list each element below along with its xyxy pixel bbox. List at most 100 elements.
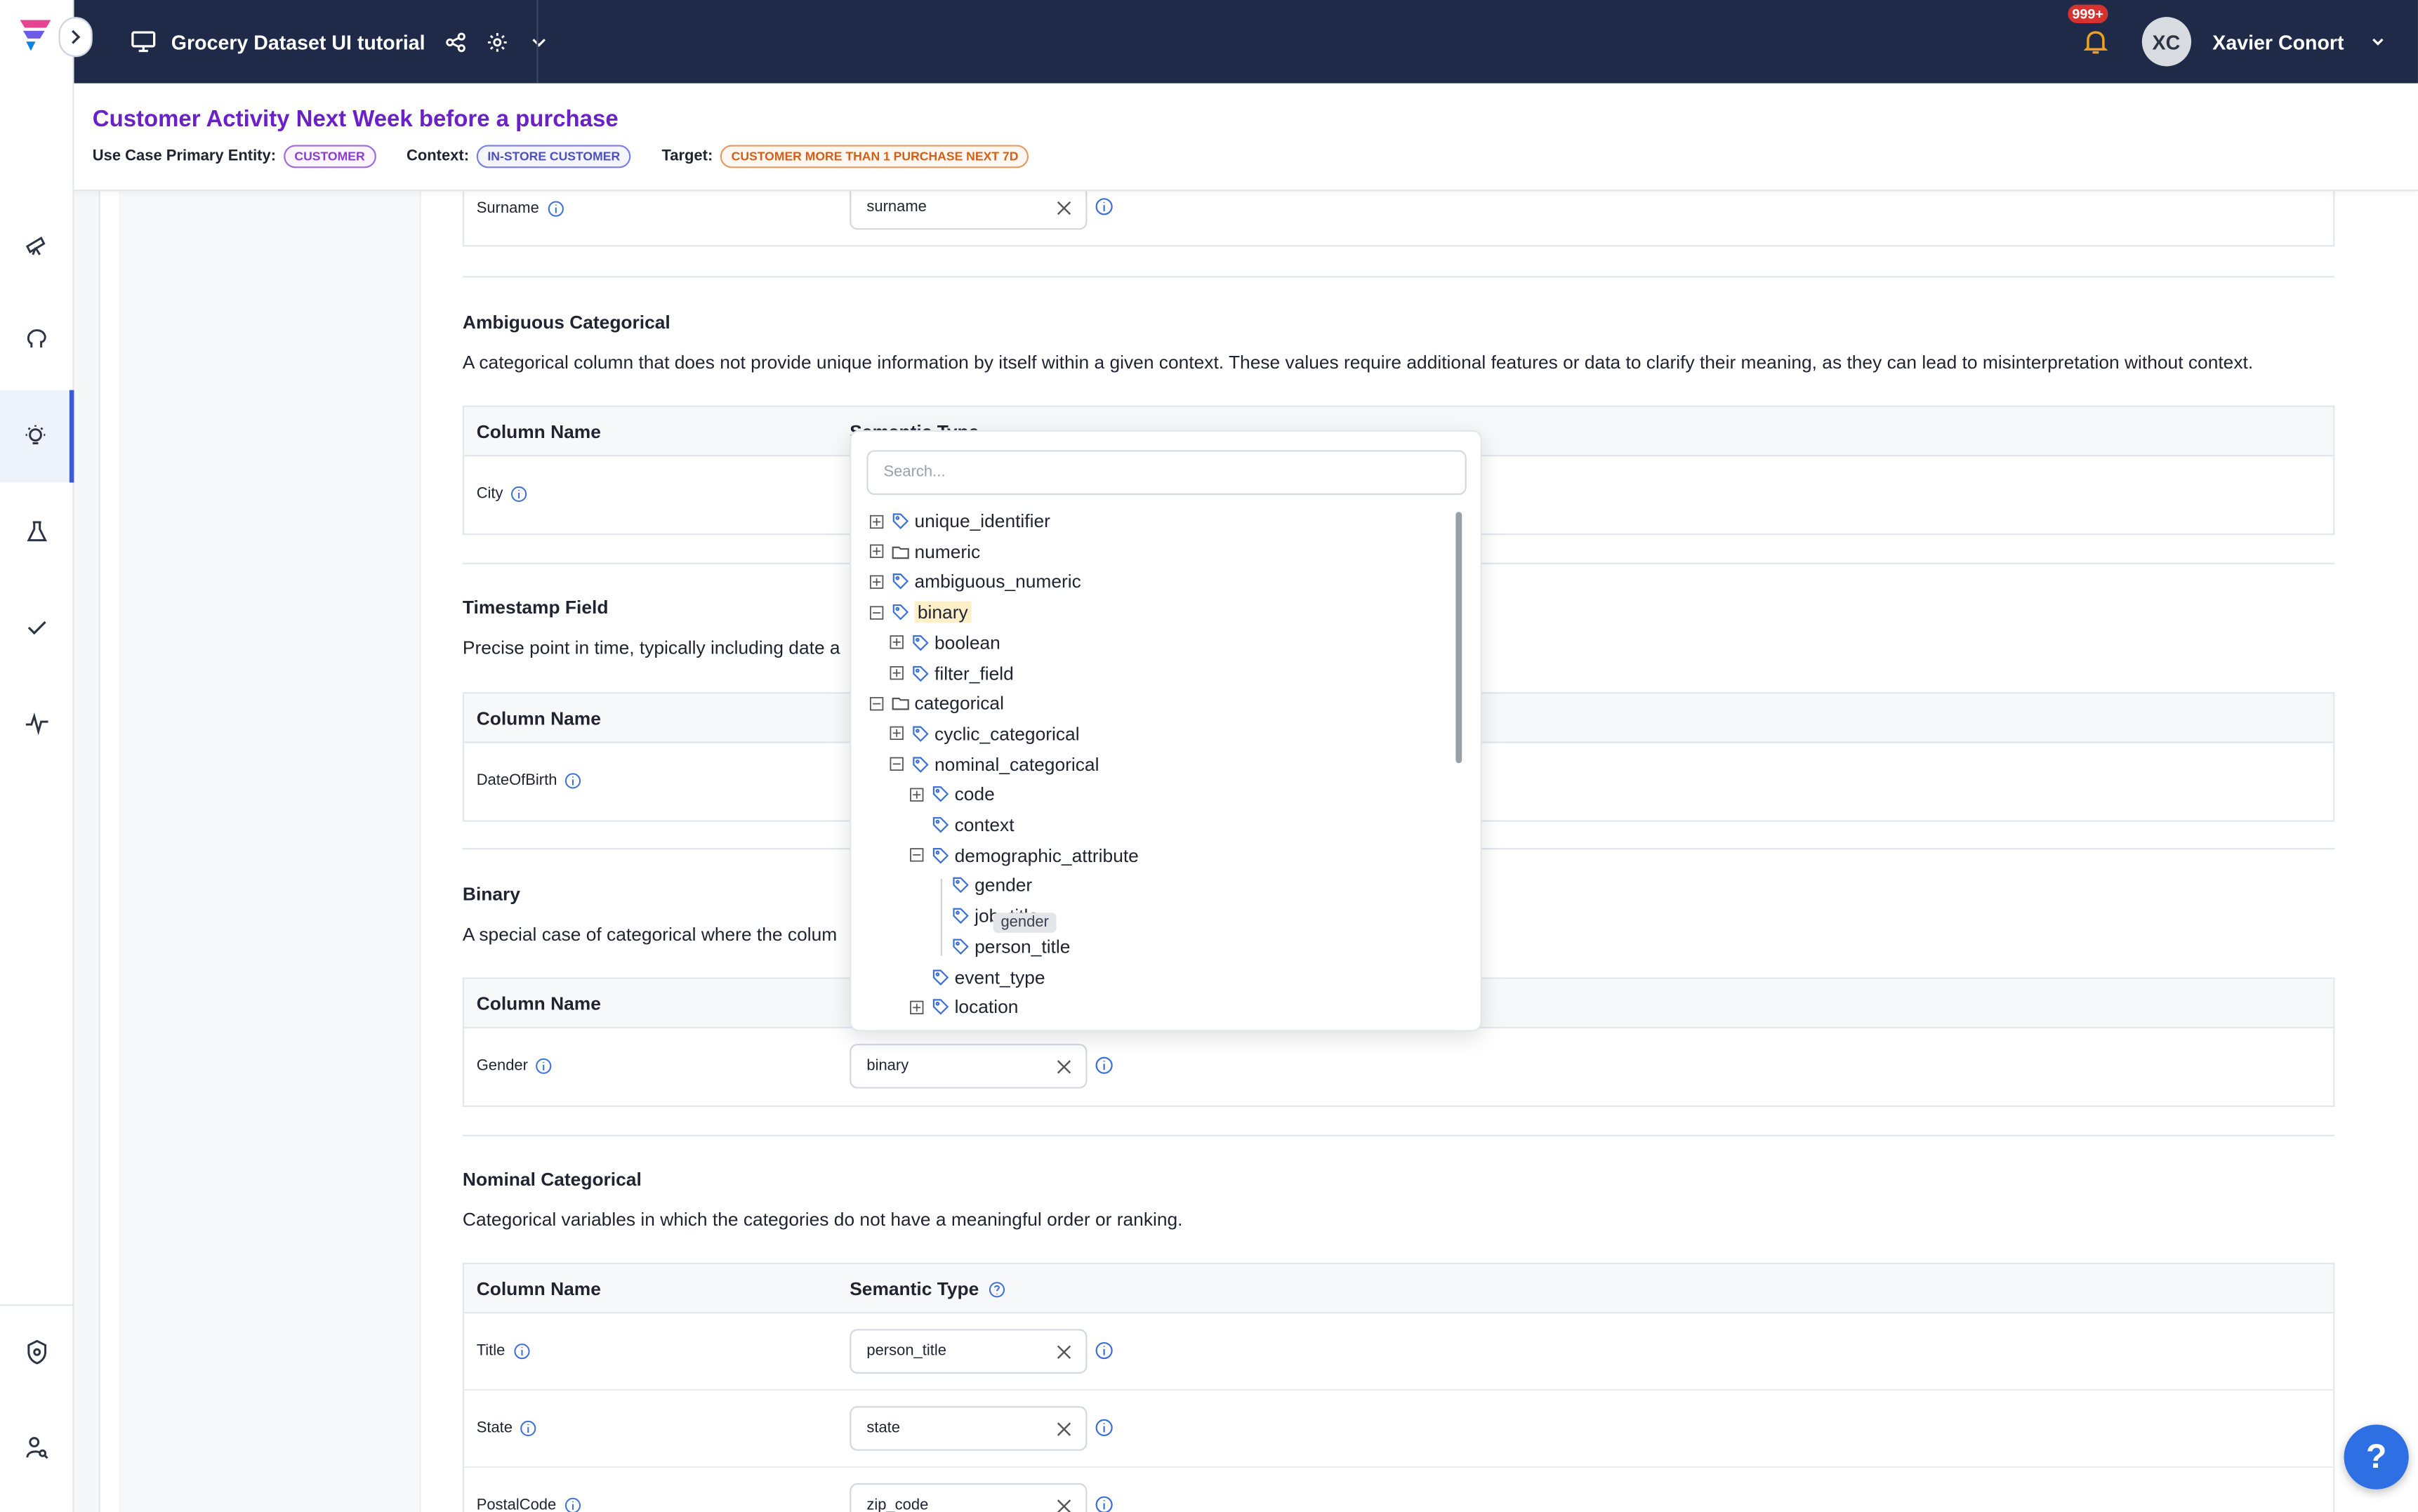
- info-icon[interactable]: [1095, 1341, 1113, 1360]
- tree-node[interactable]: gender: [930, 872, 1032, 900]
- clear-icon[interactable]: [1057, 1059, 1072, 1075]
- expand-sidebar-button[interactable]: [58, 17, 93, 58]
- target-badge[interactable]: CUSTOMER MORE THAN 1 PURCHASE NEXT 7D: [720, 145, 1029, 168]
- semantic-type-dropdown: unique_identifiernumeric ambiguous_numeri…: [850, 430, 1482, 1032]
- tree-node[interactable]: demographic_attribute: [910, 842, 1139, 870]
- notifications-button[interactable]: 999+: [2067, 4, 2110, 57]
- project-selector[interactable]: Grocery Dataset UI tutorial: [129, 0, 550, 84]
- column-name-cell: Surname: [477, 201, 564, 218]
- chevron-right-icon: [72, 29, 81, 44]
- table-row: Title person_title: [464, 1313, 2334, 1391]
- clear-icon[interactable]: [1057, 1344, 1072, 1360]
- checkmark-icon: [27, 621, 46, 635]
- section-title: Timestamp Field: [462, 597, 609, 618]
- nav-explore[interactable]: [0, 197, 74, 290]
- share-icon[interactable]: [444, 30, 467, 53]
- dropdown-scrollbar[interactable]: [1455, 512, 1462, 764]
- semantic-type-select[interactable]: binary: [850, 1043, 1088, 1089]
- info-icon[interactable]: [564, 772, 581, 789]
- nav-admin[interactable]: [0, 1306, 74, 1398]
- activity-icon: [25, 712, 48, 736]
- semantic-type-select[interactable]: surname: [850, 185, 1088, 230]
- nav-monitor[interactable]: [0, 677, 74, 769]
- collapse-minus-icon[interactable]: [869, 605, 884, 619]
- tree-node[interactable]: location: [910, 993, 1018, 1021]
- top-bar: Grocery Dataset UI tutorial 999+ XC Xavi…: [74, 0, 2418, 84]
- user-menu[interactable]: 999+ XC Xavier Conort: [2067, 0, 2387, 84]
- nav-knowledge[interactable]: [0, 293, 74, 385]
- expand-plus-icon[interactable]: [869, 514, 884, 529]
- tree-node[interactable]: code: [910, 781, 995, 809]
- tag-icon: [913, 756, 929, 772]
- semantic-type-select[interactable]: state: [850, 1406, 1088, 1451]
- tree-node[interactable]: context: [910, 811, 1015, 839]
- tag-icon: [932, 969, 949, 985]
- table-row: PostalCode zip_code: [464, 1468, 2333, 1512]
- topbar-divider: [536, 0, 539, 84]
- clear-icon[interactable]: [1057, 201, 1072, 216]
- featurebyte-logo-icon[interactable]: [15, 15, 55, 55]
- expand-plus-icon[interactable]: [910, 1000, 924, 1014]
- tree-node[interactable]: boolean: [890, 629, 1000, 657]
- expand-plus-icon[interactable]: [890, 727, 904, 741]
- info-icon[interactable]: [1095, 1056, 1113, 1075]
- monitor-icon: [131, 31, 156, 53]
- info-icon[interactable]: [513, 1343, 529, 1360]
- tree-node[interactable]: binary: [869, 598, 972, 626]
- info-icon[interactable]: [511, 486, 528, 503]
- chevron-down-icon[interactable]: [2369, 32, 2387, 51]
- folder-icon: [892, 545, 909, 559]
- nav-user-search[interactable]: [0, 1402, 74, 1494]
- nav-ideation[interactable]: [0, 390, 74, 483]
- info-icon[interactable]: [547, 201, 564, 218]
- tree-node[interactable]: person_title: [930, 932, 1070, 960]
- collapse-minus-icon[interactable]: [869, 696, 884, 710]
- tree-node[interactable]: numeric: [869, 538, 980, 566]
- info-icon[interactable]: [1095, 1496, 1113, 1512]
- tree-node[interactable]: filter_field: [890, 659, 1014, 687]
- tree-node-label: cyclic_categorical: [934, 722, 1080, 745]
- tree-node-label: gender: [975, 875, 1033, 896]
- section-title: Nominal Categorical: [462, 1168, 642, 1191]
- nav-approve[interactable]: [0, 581, 74, 674]
- collapse-minus-icon[interactable]: [890, 757, 904, 771]
- clear-icon[interactable]: [1057, 1421, 1072, 1437]
- page-title: Customer Activity Next Week before a pur…: [92, 106, 619, 133]
- folder-icon: [892, 698, 909, 710]
- info-icon[interactable]: [1095, 197, 1113, 215]
- semantic-type-select[interactable]: zip_code: [850, 1483, 1088, 1512]
- tree-node[interactable]: unique_identifier: [869, 508, 1050, 536]
- expand-plus-icon[interactable]: [869, 544, 884, 559]
- entity-badge[interactable]: CUSTOMER: [284, 145, 376, 168]
- notifications-badge: 999+: [2067, 4, 2108, 23]
- nav-experiment[interactable]: [0, 486, 74, 578]
- expand-plus-icon[interactable]: [890, 635, 904, 650]
- help-button[interactable]: ?: [2344, 1424, 2409, 1490]
- tree-node[interactable]: cyclic_categorical: [890, 719, 1080, 748]
- tree-node[interactable]: categorical: [869, 689, 1004, 717]
- info-icon[interactable]: [520, 1420, 537, 1437]
- context-badge[interactable]: IN-STORE CUSTOMER: [477, 145, 631, 168]
- help-circle-icon[interactable]: [988, 1280, 1005, 1297]
- info-icon[interactable]: [536, 1058, 553, 1075]
- gear-icon[interactable]: [485, 30, 508, 53]
- info-icon[interactable]: [1095, 1419, 1113, 1437]
- tree-node[interactable]: ambiguous_numeric: [869, 568, 1081, 596]
- section-description: Precise point in time, typically includi…: [462, 637, 840, 658]
- info-icon[interactable]: [564, 1497, 581, 1512]
- semantic-type-select[interactable]: person_title: [850, 1329, 1088, 1374]
- expand-plus-icon[interactable]: [910, 788, 924, 802]
- avatar[interactable]: XC: [2141, 17, 2191, 67]
- semantic-type-search-input[interactable]: [866, 450, 1467, 496]
- entity-label: Use Case Primary Entity:: [92, 147, 277, 166]
- tree-node[interactable]: nominal_categorical: [890, 750, 1099, 778]
- collapse-minus-icon[interactable]: [910, 848, 924, 862]
- chevron-down-icon[interactable]: [527, 30, 550, 53]
- tree-node[interactable]: event_type: [910, 963, 1045, 991]
- column-name-cell: PostalCode: [477, 1497, 581, 1512]
- clear-icon[interactable]: [1057, 1499, 1072, 1512]
- section-title: Ambiguous Categorical: [462, 311, 670, 333]
- expand-plus-icon[interactable]: [869, 575, 884, 589]
- section-description: A categorical column that does not provi…: [462, 351, 2254, 373]
- expand-plus-icon[interactable]: [890, 666, 904, 680]
